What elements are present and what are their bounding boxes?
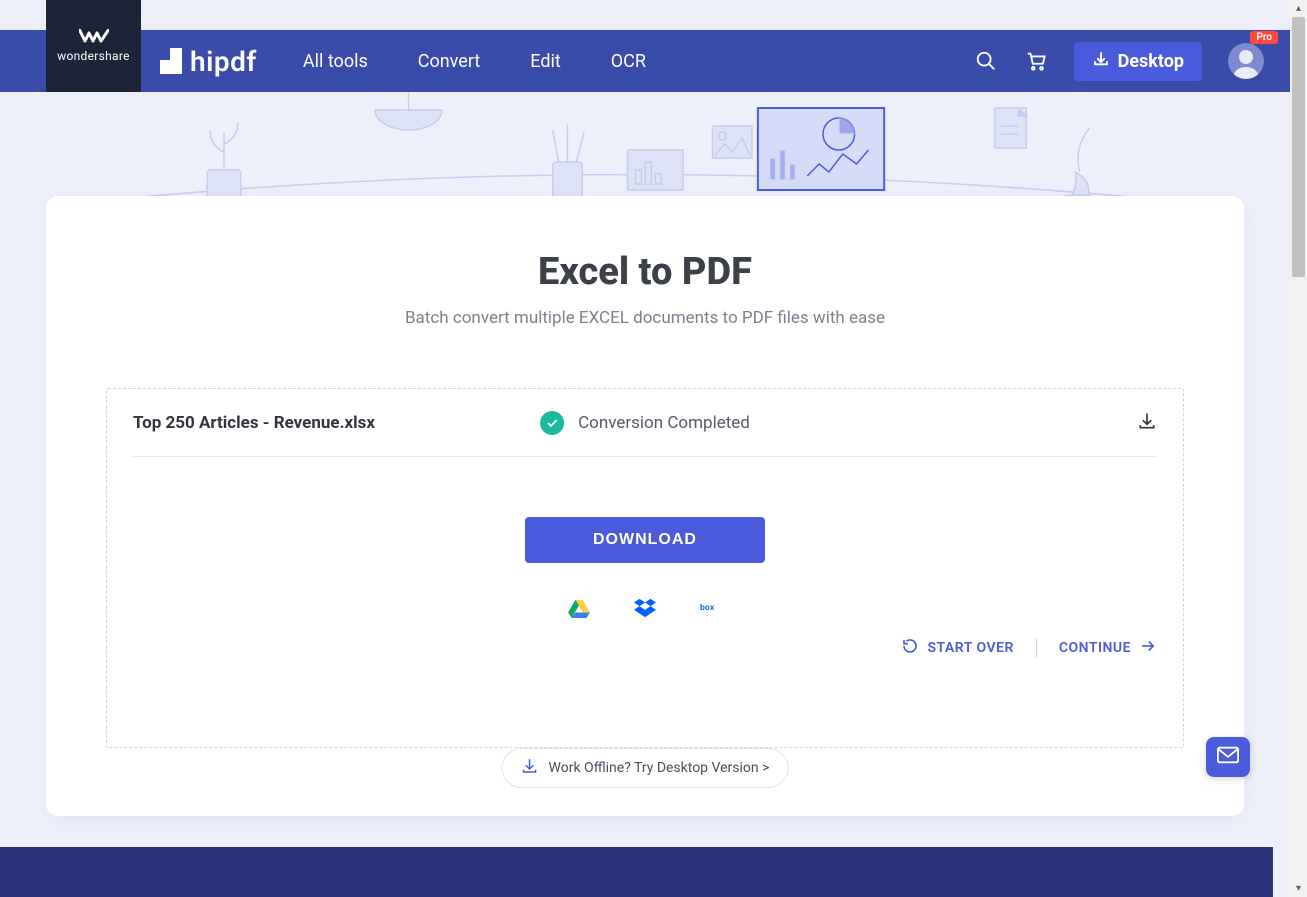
hipdf-icon [160,48,182,74]
arrow-right-icon [1139,637,1157,659]
check-icon [540,411,564,435]
footer [0,847,1273,897]
desktop-button[interactable]: Desktop [1074,42,1202,81]
nav-ocr[interactable]: OCR [611,51,646,72]
file-row: Top 250 Articles - Revenue.xlsx Conversi… [133,389,1157,457]
continue-button[interactable]: CONTINUE [1059,637,1157,659]
action-divider [1036,638,1037,658]
nav-edit[interactable]: Edit [530,51,560,72]
offline-label: Work Offline? Try Desktop Version > [549,760,770,776]
download-button[interactable]: DOWNLOAD [525,517,765,563]
pro-badge: Pro [1250,31,1278,44]
mail-fab[interactable] [1206,737,1250,777]
cart-icon[interactable] [1024,49,1048,73]
restart-icon [901,637,919,659]
start-over-label: START OVER [927,640,1013,656]
mail-icon [1217,746,1239,768]
avatar[interactable]: Pro [1228,43,1264,79]
avatar-icon [1228,43,1264,79]
scroll-down-icon[interactable]: ▾ [1290,880,1307,897]
hipdf-label: hipdf [190,45,257,78]
google-drive-icon[interactable] [568,597,590,619]
page-title: Excel to PDF [46,250,1244,294]
scroll-up-icon[interactable]: ▴ [1290,0,1307,17]
offline-pill[interactable]: Work Offline? Try Desktop Version > [502,748,789,788]
search-icon[interactable] [974,49,998,73]
file-status: Conversion Completed [578,413,750,433]
main-card: Excel to PDF Batch convert multiple EXCE… [46,196,1244,816]
file-download-icon[interactable] [1137,411,1157,435]
background-illustration [0,92,1273,212]
dropbox-icon[interactable] [634,597,656,619]
continue-label: CONTINUE [1059,640,1131,656]
desktop-button-label: Desktop [1118,51,1184,72]
wondershare-label: wondershare [57,49,130,63]
nav-convert[interactable]: Convert [418,51,481,72]
file-area: Top 250 Articles - Revenue.xlsx Conversi… [106,388,1184,748]
file-name: Top 250 Articles - Revenue.xlsx [133,413,375,433]
wondershare-logo[interactable]: wondershare [46,0,141,92]
scroll-thumb[interactable] [1292,17,1305,277]
start-over-button[interactable]: START OVER [901,637,1013,659]
download-icon [521,757,539,779]
download-icon [1092,50,1110,73]
svg-text:box: box [700,603,715,612]
header: wondershare hipdf All tools Convert Edit… [0,30,1290,92]
nav-all-tools[interactable]: All tools [303,51,368,72]
page-subtitle: Batch convert multiple EXCEL documents t… [46,308,1244,328]
main-nav: All tools Convert Edit OCR [303,51,646,72]
hipdf-logo[interactable]: hipdf [160,45,257,78]
box-icon[interactable]: box [700,597,722,619]
wondershare-icon [79,29,109,45]
scrollbar[interactable]: ▴ ▾ [1290,0,1307,897]
